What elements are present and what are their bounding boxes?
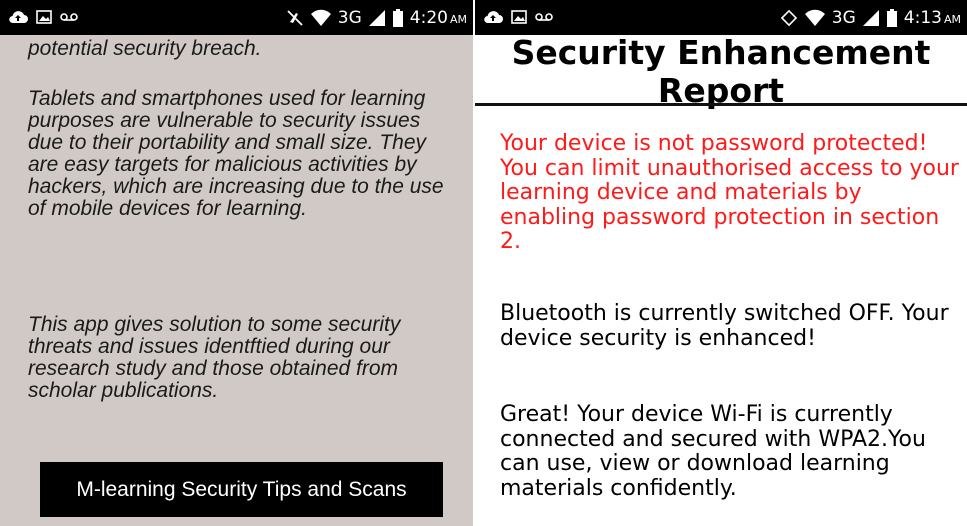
page-title: Security Enhancement Report [511,33,931,110]
battery-icon [392,9,404,27]
bluetooth-status-message: Bluetooth is currently switched OFF. You… [500,301,949,351]
clock-am-pm: AM [449,13,467,26]
image-icon [36,10,52,24]
clock: 4:20 AM [410,8,467,28]
wifi-status-message: Great! Your device Wi-Fi is currently co… [500,402,926,501]
battery-icon [886,9,898,27]
status-bar: 3G 4:20 AM [0,0,473,35]
intro-paragraph-2: Tablets and smartphones used for learnin… [28,87,444,220]
wifi-icon [310,9,332,27]
signal-icon [368,9,386,27]
cloud-upload-icon [483,9,503,25]
status-bar: 3G 4:13 AM [475,0,967,35]
intro-paragraph-3: This app gives solution to some security… [28,313,401,402]
password-warning-message: Your device is not password protected! Y… [500,131,959,254]
clock-am-pm: AM [943,13,961,26]
clock-time: 4:20 [409,8,448,28]
mute-icon [286,9,304,27]
right-phone-screen: 3G 4:13 AM Security Enhancement Report Yo… [475,0,967,526]
wifi-icon [804,9,826,27]
cloud-upload-icon [8,9,28,25]
intro-paragraph-1: potential security breach. [28,37,262,60]
clock: 4:13 AM [904,8,961,28]
network-type-label: 3G [831,8,856,28]
voicemail-icon [535,12,553,22]
rotate-icon [780,9,798,27]
title-divider [475,103,967,106]
voicemail-icon [60,12,78,22]
image-icon [511,10,527,24]
security-tips-button[interactable]: M-learning Security Tips and Scans [40,462,443,517]
network-type-label: 3G [337,8,362,28]
signal-icon [862,9,880,27]
left-phone-screen: 3G 4:20 AM potential security breach. Tab… [0,0,473,526]
clock-time: 4:13 [903,8,942,28]
